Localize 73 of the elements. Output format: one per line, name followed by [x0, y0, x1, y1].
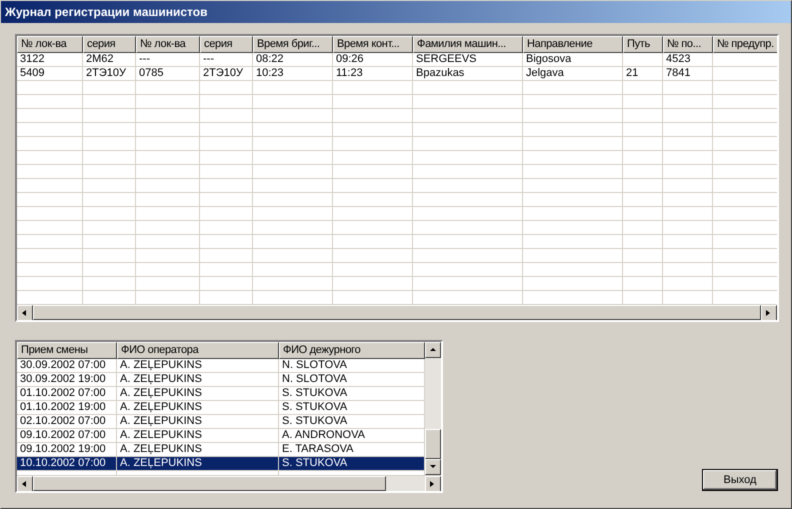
column-header[interactable]: ФИО оператора	[117, 342, 279, 359]
scroll-arrow-button[interactable]	[17, 476, 33, 491]
table-cell[interactable]: 01.10.2002 07:00	[17, 387, 116, 400]
column-header[interactable]: Фамилия машин...	[413, 36, 523, 53]
table-cell-text: 7841	[665, 67, 692, 80]
table-cell-text: SERGEEVS	[415, 53, 478, 66]
table-cell-text: 3122	[19, 53, 46, 66]
table-cell-text: Bigosova	[525, 53, 572, 66]
table-cell[interactable]: N. SLOTOVA	[279, 373, 424, 386]
table-cell[interactable]: E. TARASOVA	[279, 443, 424, 456]
scroll-arrow-button[interactable]	[17, 305, 33, 320]
arrow-down-icon	[429, 463, 437, 471]
column-header[interactable]: Направление	[523, 36, 623, 53]
table-cell[interactable]: 01.10.2002 19:00	[17, 401, 116, 414]
column-header[interactable]: № лок-ва	[136, 36, 200, 53]
exit-button[interactable]: Выход	[702, 469, 778, 491]
table-cell-text: 09:26	[335, 53, 365, 66]
scroll-thumb[interactable]	[33, 476, 386, 491]
table-cell[interactable]: 10.10.2002 07:00	[17, 457, 116, 470]
table-cell-text: 10:23	[255, 67, 285, 80]
column-header[interactable]: Время конт...	[333, 36, 413, 53]
table-cell[interactable]: S. STUKOVA	[279, 457, 424, 470]
table-cell[interactable]: S. STUKOVA	[279, 401, 424, 414]
table-cell[interactable]: 09.10.2002 19:00	[17, 443, 116, 456]
table-cell-text: 2М62	[85, 53, 115, 66]
table-cell-text: 5409	[19, 67, 46, 80]
table-cell[interactable]: A. ZELEPUKINS	[117, 429, 278, 442]
arrow-left-icon	[21, 480, 29, 488]
table-cell[interactable]: 30.09.2002 07:00	[17, 359, 116, 372]
table-cell[interactable]: 30.09.2002 19:00	[17, 373, 116, 386]
column-header[interactable]: ФИО дежурного	[279, 342, 425, 359]
table-cell-text: Jelgava	[525, 67, 565, 80]
table-cell[interactable]: S. STUKOVA	[279, 415, 424, 428]
table-cell[interactable]: A. ZEĻEPUKINS	[117, 443, 278, 456]
table-cell[interactable]: A. ZEĻEPUKINS	[117, 387, 278, 400]
table-cell[interactable]: A. ZEĻEPUKINS	[117, 373, 278, 386]
table-cell[interactable]: 09.10.2002 07:00	[17, 429, 116, 442]
table-cell[interactable]: S. STUKOVA	[279, 387, 424, 400]
column-header[interactable]: № по...	[663, 36, 713, 53]
table-cell-text: ---	[202, 53, 215, 66]
window-title: Журнал регистрации машинистов	[5, 5, 208, 19]
scroll-arrow-button[interactable]	[425, 342, 441, 358]
table-cell[interactable]: A. ZEĻEPUKINS	[117, 415, 278, 428]
arrow-up-icon	[429, 346, 437, 354]
horizontal-scrollbar[interactable]	[17, 475, 441, 491]
table-cell-text: 2ТЭ10У	[85, 67, 127, 80]
column-header[interactable]: серия	[83, 36, 136, 53]
table-cell-text: Bpazukas	[415, 67, 466, 80]
table-cell-text: 21	[625, 67, 640, 80]
table-cell-text: 0785	[138, 67, 164, 80]
table-cell[interactable]: N. SLOTOVA	[279, 359, 424, 372]
table-cell-text: 11:23	[335, 67, 364, 80]
column-header[interactable]: серия	[200, 36, 253, 53]
table-cell-text: 4523	[665, 53, 692, 66]
vertical-scrollbar[interactable]	[425, 342, 441, 475]
column-header[interactable]: № предупр.	[713, 36, 777, 53]
table-cell-text: ---	[138, 53, 151, 66]
table-cell[interactable]: A. ANDRONOVA	[279, 429, 424, 442]
scroll-thumb[interactable]	[425, 428, 441, 459]
table-cell[interactable]: 02.10.2002 07:00	[17, 415, 116, 428]
column-header[interactable]: № лок-ва	[17, 36, 83, 53]
arrow-left-icon	[21, 309, 29, 317]
column-header[interactable]: Путь	[623, 36, 663, 53]
table-cell[interactable]: A. ZEĻEPUKINS	[117, 401, 278, 414]
table-cell-text: 08:22	[255, 53, 285, 66]
scroll-arrow-button[interactable]	[425, 459, 441, 475]
table-cell-text: 2ТЭ10У	[202, 67, 244, 80]
scroll-arrow-button[interactable]	[761, 305, 777, 320]
table-cell[interactable]: A. ZEĻEPUKINS	[117, 457, 278, 470]
table-cell[interactable]: A. ZEĻEPUKINS	[117, 359, 278, 372]
column-header[interactable]: Время бриг...	[253, 36, 333, 53]
scroll-arrow-button[interactable]	[425, 476, 441, 491]
column-header[interactable]: Прием смены	[17, 342, 117, 359]
